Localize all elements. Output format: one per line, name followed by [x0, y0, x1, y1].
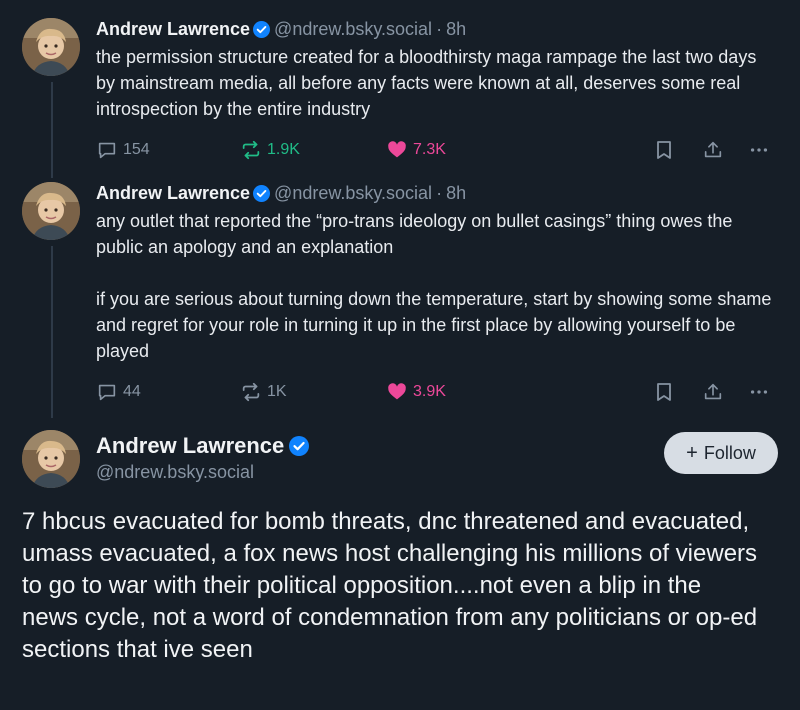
- avatar[interactable]: [22, 18, 80, 76]
- focused-post-text: 7 hbcus evacuated for bomb threats, dnc …: [22, 508, 758, 663]
- avatar[interactable]: [22, 430, 80, 488]
- reply-button[interactable]: 154: [96, 138, 150, 162]
- post-header: Andrew Lawrence @ndrew.bsky.social · 8h: [96, 18, 778, 40]
- follow-label: Follow: [703, 442, 756, 463]
- share-icon: [704, 141, 722, 158]
- reply-icon: [98, 142, 116, 159]
- author-handle[interactable]: @ndrew.bsky.social: [274, 18, 432, 40]
- thread-connector: [51, 82, 53, 178]
- verified-icon: [289, 436, 310, 456]
- like-count: 7.3K: [413, 141, 446, 158]
- repost-count: 1K: [267, 383, 287, 400]
- repost-icon: [242, 382, 260, 402]
- more-button[interactable]: [748, 138, 775, 162]
- post-actions: 44 1K 3.9K: [96, 380, 778, 404]
- reply-button[interactable]: 44: [96, 380, 141, 404]
- post-text: the permission structure created for a b…: [96, 47, 762, 119]
- author-name[interactable]: Andrew Lawrence: [96, 432, 284, 460]
- post-header: Andrew Lawrence @ndrew.bsky.social · 8h: [96, 182, 778, 204]
- share-button[interactable]: [702, 380, 729, 404]
- repost-icon: [242, 140, 260, 160]
- reply-count: 44: [123, 383, 141, 400]
- author-name[interactable]: Andrew Lawrence: [96, 18, 250, 40]
- reply-icon: [98, 384, 116, 401]
- plus-icon: +: [686, 441, 698, 464]
- more-icon: [750, 148, 768, 152]
- author-name[interactable]: Andrew Lawrence: [96, 182, 250, 204]
- post-time[interactable]: 8h: [446, 182, 466, 204]
- separator-dot: ·: [436, 19, 443, 39]
- more-icon: [750, 390, 768, 394]
- verified-icon: [253, 184, 271, 202]
- author-handle[interactable]: @ndrew.bsky.social: [274, 182, 432, 204]
- post-time[interactable]: 8h: [446, 18, 466, 40]
- bookmark-icon: [657, 141, 671, 159]
- like-icon: [388, 141, 406, 158]
- verified-icon: [253, 20, 271, 38]
- reply-count: 154: [123, 141, 150, 158]
- bookmark-icon: [657, 383, 671, 401]
- like-icon: [388, 383, 406, 400]
- like-button[interactable]: 3.9K: [386, 380, 446, 404]
- repost-button[interactable]: 1.9K: [240, 138, 300, 162]
- avatar[interactable]: [22, 182, 80, 240]
- share-button[interactable]: [702, 138, 729, 162]
- share-icon: [704, 383, 722, 400]
- repost-count: 1.9K: [267, 141, 300, 158]
- like-count: 3.9K: [413, 383, 446, 400]
- follow-button[interactable]: + Follow: [664, 432, 778, 474]
- like-button[interactable]: 7.3K: [386, 138, 446, 162]
- repost-button[interactable]: 1K: [240, 380, 287, 404]
- post-actions: 154 1.9K 7.3K: [96, 138, 778, 162]
- bookmark-button[interactable]: [654, 138, 679, 162]
- post-text: any outlet that reported the “pro-trans …: [96, 211, 772, 361]
- more-button[interactable]: [748, 380, 775, 404]
- separator-dot: ·: [436, 183, 443, 203]
- thread-connector: [51, 246, 53, 418]
- bookmark-button[interactable]: [654, 380, 679, 404]
